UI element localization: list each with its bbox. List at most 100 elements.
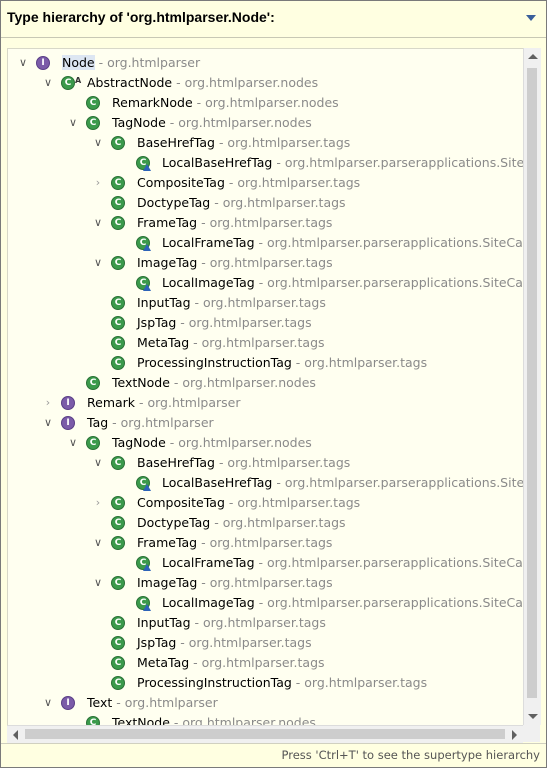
- tree-row[interactable]: C DoctypeTag - org.htmlparser.tags: [8, 513, 523, 533]
- tree-row[interactable]: › I Remark - org.htmlparser: [8, 393, 523, 413]
- package-name: - org.htmlparser.tags: [197, 255, 333, 270]
- type-name: ProcessingInstructionTag: [137, 675, 292, 690]
- scroll-down-arrow-icon[interactable]: [528, 714, 538, 719]
- type-name: RemarkNode: [112, 95, 193, 110]
- tree-row[interactable]: ∨ C TagNode - org.htmlparser.nodes: [8, 113, 523, 133]
- tree-row-label: TextNode - org.htmlparser.nodes: [112, 373, 316, 393]
- tree-row[interactable]: ∨ I Tag - org.htmlparser: [8, 413, 523, 433]
- expand-chevron-down-icon[interactable]: ∨: [91, 213, 105, 233]
- type-name: DoctypeTag: [137, 195, 211, 210]
- expand-chevron-down-icon[interactable]: ∨: [66, 113, 80, 133]
- tree-row-label: DoctypeTag - org.htmlparser.tags: [137, 193, 346, 213]
- tree-row[interactable]: ∨ I Node - org.htmlparser: [8, 53, 523, 73]
- tree-row[interactable]: C MetaTag - org.htmlparser.tags: [8, 653, 523, 673]
- scroll-up-arrow-icon[interactable]: [528, 54, 538, 59]
- tree-row-label: ProcessingInstructionTag - org.htmlparse…: [137, 673, 427, 693]
- collapse-chevron-right-icon[interactable]: ›: [91, 493, 105, 513]
- tree-row[interactable]: C RemarkNode - org.htmlparser.nodes: [8, 93, 523, 113]
- scroll-right-arrow-icon[interactable]: [512, 730, 517, 740]
- tree-row[interactable]: ∨ C BaseHrefTag - org.htmlparser.tags: [8, 453, 523, 473]
- tree-row[interactable]: ∨ C FrameTag - org.htmlparser.tags: [8, 533, 523, 553]
- class-icon: C: [111, 296, 125, 310]
- tree-row[interactable]: C InputTag - org.htmlparser.tags: [8, 613, 523, 633]
- tree-row[interactable]: ∨ C BaseHrefTag - org.htmlparser.tags: [8, 133, 523, 153]
- package-name: - org.htmlparser.parserapplications.Site…: [272, 475, 524, 490]
- tree-row[interactable]: ∨ C ImageTag - org.htmlparser.tags: [8, 253, 523, 273]
- expand-chevron-down-icon[interactable]: ∨: [41, 73, 55, 93]
- package-name: - org.htmlparser.tags: [224, 175, 361, 190]
- tree-row[interactable]: ∨ C FrameTag - org.htmlparser.tags: [8, 213, 523, 233]
- tree-row[interactable]: ∨ C A AbstractNode - org.htmlparser.nodes: [8, 73, 523, 93]
- tree-row[interactable]: C TextNode - org.htmlparser.nodes: [8, 373, 523, 393]
- package-name: - org.htmlparser.tags: [176, 635, 312, 650]
- package-name: - org.htmlparser.tags: [214, 455, 351, 470]
- tree-row[interactable]: C MetaTag - org.htmlparser.tags: [8, 333, 523, 353]
- interface-icon: I: [61, 696, 75, 710]
- view-menu-icon[interactable]: [526, 15, 536, 21]
- class-icon: C: [111, 196, 125, 210]
- tree-row-label: FrameTag - org.htmlparser.tags: [137, 533, 332, 553]
- class-icon: C: [86, 436, 100, 450]
- package-name: - org.htmlparser.parserapplications.Site…: [254, 275, 524, 290]
- tree-row-label: LocalFrameTag - org.htmlparser.parserapp…: [162, 233, 523, 253]
- tree-row[interactable]: C InputTag - org.htmlparser.tags: [8, 293, 523, 313]
- tree-row[interactable]: C LocalBaseHrefTag - org.htmlparser.parse…: [8, 473, 524, 493]
- vertical-scroll-thumb[interactable]: [527, 68, 537, 698]
- class-icon: C: [111, 456, 125, 470]
- interface-icon: I: [61, 416, 75, 430]
- tree-row[interactable]: C ProcessingInstructionTag - org.htmlpars…: [8, 353, 523, 373]
- tree-row-label: FrameTag - org.htmlparser.tags: [137, 213, 332, 233]
- type-name: DoctypeTag: [137, 515, 211, 530]
- expand-chevron-down-icon[interactable]: ∨: [91, 533, 105, 553]
- package-name: - org.htmlparser.tags: [214, 135, 351, 150]
- class-icon: C: [61, 76, 75, 90]
- expand-chevron-down-icon[interactable]: ∨: [91, 133, 105, 153]
- horizontal-scrollbar[interactable]: [7, 725, 523, 743]
- scroll-left-arrow-icon[interactable]: [13, 730, 18, 740]
- type-name: Tag: [87, 415, 109, 430]
- tree-row[interactable]: C LocalBaseHrefTag - org.htmlparser.parse…: [8, 153, 523, 173]
- tree-row[interactable]: C JspTag - org.htmlparser.tags: [8, 633, 523, 653]
- tree-row[interactable]: C LocalFrameTag - org.htmlparser.parserap…: [8, 233, 523, 253]
- package-name: - org.htmlparser.parserapplications.Site…: [254, 555, 524, 570]
- tree-row-label: JspTag - org.htmlparser.tags: [137, 313, 312, 333]
- hierarchy-tree[interactable]: ∨ I Node - org.htmlparser ∨ C A AbstractNode -…: [7, 48, 524, 727]
- status-bar: Press 'Ctrl+T' to see the supertype hier…: [1, 743, 546, 766]
- class-icon: C: [111, 176, 125, 190]
- inner-class-overlay-icon: [143, 164, 151, 171]
- tree-row[interactable]: C ProcessingInstructionTag - org.htmlpars…: [8, 673, 523, 693]
- tree-row[interactable]: C DoctypeTag - org.htmlparser.tags: [8, 193, 523, 213]
- type-name: BaseHrefTag: [137, 135, 215, 150]
- expand-chevron-down-icon[interactable]: ∨: [91, 253, 105, 273]
- tree-row[interactable]: › C CompositeTag - org.htmlparser.tags: [8, 173, 523, 193]
- expand-chevron-down-icon[interactable]: ∨: [91, 573, 105, 593]
- tree-row[interactable]: ∨ I Text - org.htmlparser: [8, 693, 523, 713]
- collapse-chevron-right-icon[interactable]: ›: [91, 173, 105, 193]
- class-icon: C: [111, 496, 125, 510]
- tree-row[interactable]: C LocalImageTag - org.htmlparser.parserap…: [8, 273, 524, 293]
- tree-row[interactable]: C JspTag - org.htmlparser.tags: [8, 313, 523, 333]
- popup-header: Type hierarchy of 'org.htmlparser.Node':: [1, 1, 546, 38]
- vertical-scrollbar[interactable]: [523, 48, 541, 725]
- tree-row[interactable]: ∨ C ImageTag - org.htmlparser.tags: [8, 573, 523, 593]
- tree-row[interactable]: C LocalImageTag - org.htmlparser.parserap…: [8, 593, 523, 613]
- tree-row[interactable]: › C CompositeTag - org.htmlparser.tags: [8, 493, 523, 513]
- expand-chevron-down-icon[interactable]: ∨: [16, 53, 30, 73]
- expand-chevron-down-icon[interactable]: ∨: [91, 453, 105, 473]
- expand-chevron-down-icon[interactable]: ∨: [41, 413, 55, 433]
- horizontal-scroll-thumb[interactable]: [25, 729, 505, 739]
- expand-chevron-down-icon[interactable]: ∨: [41, 693, 55, 713]
- type-name: InputTag: [137, 295, 191, 310]
- tree-row[interactable]: ∨ C TagNode - org.htmlparser.nodes: [8, 433, 523, 453]
- type-name: Text: [87, 695, 113, 710]
- package-name: - org.htmlparser.tags: [190, 615, 326, 630]
- inner-class-overlay-icon: [143, 284, 151, 291]
- expand-chevron-down-icon[interactable]: ∨: [66, 433, 80, 453]
- type-hierarchy-popup: Type hierarchy of 'org.htmlparser.Node':…: [0, 0, 547, 768]
- tree-row[interactable]: C LocalFrameTag - org.htmlparser.parserap…: [8, 553, 524, 573]
- class-icon: C: [111, 676, 125, 690]
- collapse-chevron-right-icon[interactable]: ›: [41, 393, 55, 413]
- package-name: - org.htmlparser.nodes: [169, 375, 316, 390]
- type-name: MetaTag: [137, 335, 190, 350]
- class-icon: C: [111, 656, 125, 670]
